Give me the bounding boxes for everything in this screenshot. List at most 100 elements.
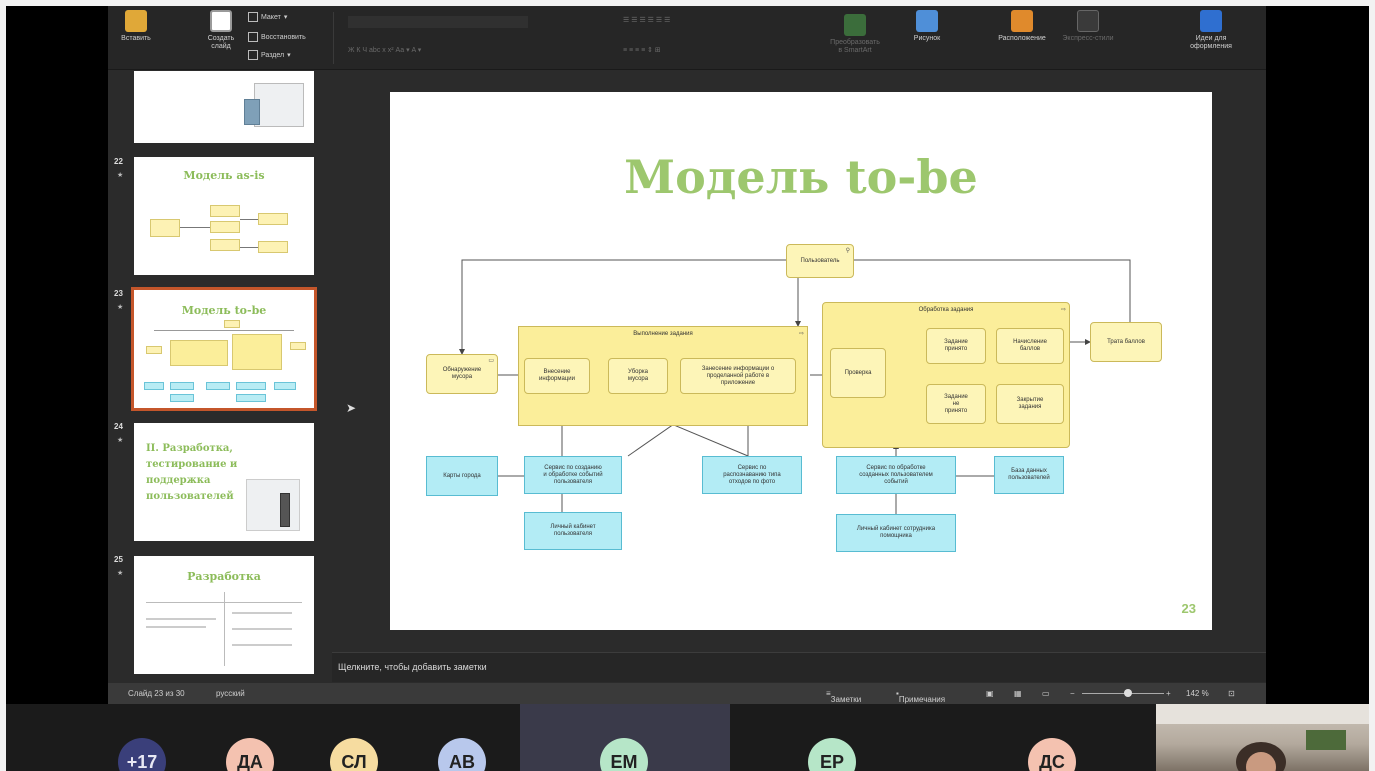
zoom-slider[interactable] — [1082, 693, 1164, 694]
slide-thumbnail[interactable] — [134, 71, 314, 143]
participant-tile[interactable]: ДА — [212, 704, 316, 771]
paste-button[interactable]: Вставить — [116, 10, 156, 43]
node-label: Трата баллов — [1107, 338, 1145, 345]
diagram-node-close-task[interactable]: Закрытие задания — [996, 384, 1064, 424]
fit-slide-icon[interactable]: ⊡ — [1228, 689, 1235, 698]
font-format-buttons[interactable]: Ж К Ч abc x x² Аа ▾ A ▾ — [348, 46, 421, 54]
picture-button[interactable]: Рисунок — [906, 10, 948, 43]
convert-smartart-button[interactable]: Преобразовать в SmartArt — [820, 14, 890, 55]
section-label: Раздел — [261, 51, 285, 59]
diagram-box — [146, 346, 162, 354]
normal-view-icon[interactable]: ▣ — [986, 689, 994, 698]
node-label: Личный кабинет сотрудника помощника — [856, 526, 936, 539]
participant-tile-active[interactable]: ЕМ — [520, 704, 730, 771]
participant-tile[interactable]: ДС — [936, 704, 1156, 771]
mouse-cursor-icon: ➤ — [346, 401, 357, 415]
thumbnail-title: II. Разработка, тестирование и поддержка… — [146, 443, 238, 502]
diagram-service-box — [170, 394, 194, 402]
diagram-service-box — [206, 382, 230, 390]
zoom-in-icon[interactable]: + — [1166, 689, 1171, 698]
star-icon: ★ — [117, 437, 124, 444]
participant-video[interactable] — [1156, 704, 1369, 771]
diagram-node-user-cabinet[interactable]: Личный кабинет пользователя — [524, 512, 622, 550]
node-label: Начисление баллов — [1013, 339, 1047, 352]
arrange-button[interactable]: Расположение — [992, 10, 1052, 43]
column-divider — [224, 592, 225, 666]
quick-styles-button[interactable]: Экспресс-стили — [1058, 10, 1118, 43]
diagram-node-spend-points[interactable]: Трата баллов — [1090, 322, 1162, 362]
node-label: Сервис по распознаванию типа отходов по … — [723, 464, 781, 485]
picture-icon — [916, 10, 938, 32]
designer-icon — [1200, 10, 1222, 32]
notes-toggle[interactable]: ≡ Заметки — [826, 689, 861, 704]
diagram-node-enter-info[interactable]: Внесение информации — [524, 358, 590, 394]
diagram-node-record-info[interactable]: Занесение информации о проделанной работ… — [680, 358, 796, 394]
align-buttons[interactable]: ≡ ≡ ≡ ≡ ⇕ ⊞ — [623, 46, 661, 54]
diagram-node-service-events[interactable]: Сервис по созданию и обработке событий п… — [524, 456, 622, 494]
new-slide-icon — [210, 10, 232, 32]
illustration — [246, 479, 300, 531]
zoom-out-icon[interactable]: − — [1070, 689, 1075, 698]
reading-view-icon[interactable]: ▭ — [1042, 689, 1050, 698]
diagram-node-discover[interactable]: Обнаружение мусора ▭ — [426, 354, 498, 394]
sorter-view-icon[interactable]: ▦ — [1014, 689, 1022, 698]
paste-icon — [125, 10, 147, 32]
diagram-node-user-db[interactable]: База данных пользователей — [994, 456, 1064, 494]
layout-button[interactable]: Макет ▾ — [248, 12, 287, 22]
reset-button[interactable]: Восстановить — [248, 32, 306, 42]
diagram-node-user[interactable]: Пользователь ⚲ — [786, 244, 854, 278]
layout-label: Макет — [261, 13, 281, 21]
diagram-box — [224, 320, 240, 328]
participant-tile[interactable]: ЕР — [730, 704, 936, 771]
comments-toggle-label: Примечания — [898, 695, 946, 704]
diagram-service-box — [274, 382, 296, 390]
designer-button[interactable]: Идеи для оформления — [1186, 10, 1236, 51]
paragraph-buttons[interactable]: ☰ ☰ ☰ ☰ ☰ ☰ — [623, 16, 670, 24]
notes-field[interactable]: Щелкните, чтобы добавить заметки — [332, 652, 1266, 682]
diagram-connector — [180, 227, 210, 228]
slide-number: 23 — [1181, 601, 1196, 616]
text-line — [232, 628, 292, 630]
participant-tile[interactable]: СЛ — [316, 704, 420, 771]
diagram-node-city-map[interactable]: Карты города — [426, 456, 498, 496]
section-button[interactable]: Раздел ▾ — [248, 50, 291, 60]
slide-thumbnail-25[interactable]: Разработка — [134, 556, 314, 674]
diagram-service-box — [236, 394, 266, 402]
comments-toggle[interactable]: ▪ Примечания — [896, 689, 945, 704]
participant-tile[interactable]: АВ — [420, 704, 520, 771]
notes-toggle-label: Заметки — [830, 695, 862, 704]
thumbnail-number: 24 — [114, 422, 123, 431]
text-line — [146, 618, 216, 620]
diagram-node-service-photo[interactable]: Сервис по распознаванию типа отходов по … — [702, 456, 802, 494]
zoom-slider-thumb[interactable] — [1124, 689, 1132, 697]
diagram-node-accepted[interactable]: Задание принято — [926, 328, 986, 364]
diagram-node-service-staff[interactable]: Сервис по обработке созданных пользовате… — [836, 456, 956, 494]
group-label: Обработка задания — [918, 307, 974, 313]
slide-thumbnail-22[interactable]: Модель as-is — [134, 157, 314, 275]
text-line — [232, 644, 292, 646]
arrange-icon — [1011, 10, 1033, 32]
node-label: Занесение информации о проделанной работ… — [701, 365, 775, 386]
font-name-select[interactable] — [348, 16, 528, 28]
smartart-label: Преобразовать в SmartArt — [830, 39, 880, 54]
diagram-node-staff-cabinet[interactable]: Личный кабинет сотрудника помощника — [836, 514, 956, 552]
text-line — [232, 612, 292, 614]
zoom-level[interactable]: 142 % — [1186, 689, 1209, 698]
diagram-node-cleanup[interactable]: Уборка мусора — [608, 358, 668, 394]
background-plant — [1306, 730, 1346, 750]
node-label: Задание не принято — [944, 393, 968, 414]
new-slide-button[interactable]: Создать слайд — [200, 10, 242, 51]
node-label: Внесение информации — [539, 369, 575, 382]
slide-thumbnail-24[interactable]: II. Разработка, тестирование и поддержка… — [134, 423, 314, 541]
language-indicator[interactable]: русский — [216, 689, 245, 698]
text-line — [146, 626, 206, 628]
reset-label: Восстановить — [261, 33, 306, 41]
diagram-node-not-accepted[interactable]: Задание не принято — [926, 384, 986, 424]
participant-tile[interactable]: +17 — [108, 704, 212, 771]
slide-canvas[interactable]: Модель to-be Пользователь ⚲ Обнаружение … — [390, 92, 1212, 630]
diagram-node-points-award[interactable]: Начисление баллов — [996, 328, 1064, 364]
actor-icon: ⚲ — [845, 248, 850, 254]
slide-thumbnail-23[interactable]: Модель to-be — [131, 287, 317, 411]
slide-editor: Модель to-be Пользователь ⚲ Обнаружение … — [332, 71, 1266, 651]
diagram-node-check[interactable]: Проверка — [830, 348, 886, 398]
